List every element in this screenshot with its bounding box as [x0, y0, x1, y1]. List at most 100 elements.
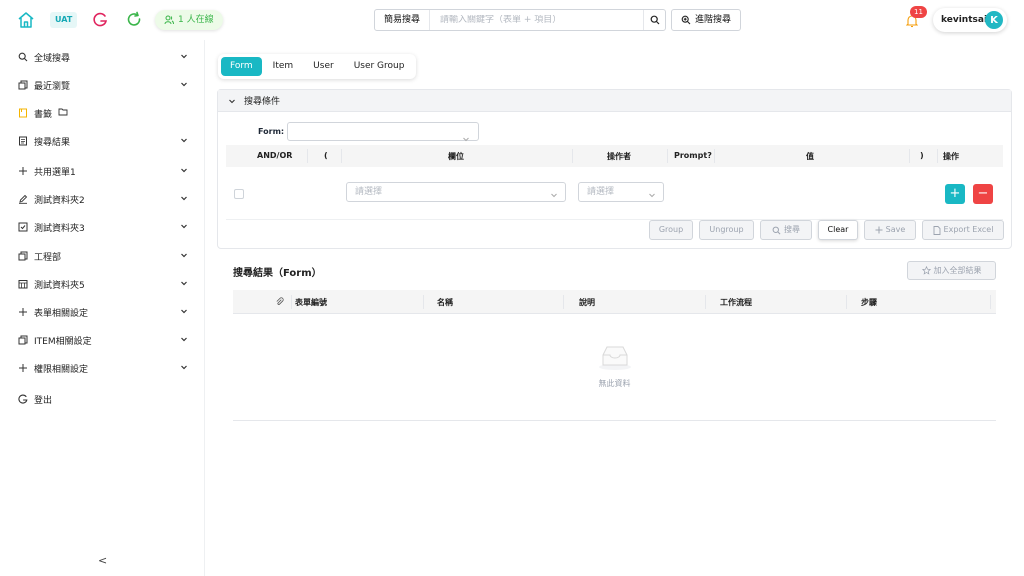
advanced-search-button[interactable]: 進階搜尋	[671, 9, 742, 31]
col-field: 欄位	[448, 152, 464, 161]
star-icon	[921, 266, 931, 275]
plus-icon	[18, 363, 28, 373]
criteria-title: 搜尋條件	[244, 97, 281, 107]
chevron-down-icon	[180, 363, 188, 371]
results-title: 搜尋結果（Form）	[233, 268, 322, 279]
sidebar-item-test-folder-2[interactable]: 測試資料夾2	[0, 185, 204, 213]
criteria-header[interactable]: 搜尋條件	[218, 90, 1011, 112]
search-mode-select[interactable]: 簡易搜尋	[375, 10, 431, 30]
sidebar-item-permission-settings[interactable]: 權限相關設定	[0, 354, 204, 382]
sidebar: 全域搜尋 最近瀏覽 書籤 搜尋結果 共用選單1 測試資料夾2 測試資料夾3 工程…	[0, 40, 205, 576]
search-icon	[772, 226, 781, 234]
group-label: Group	[658, 225, 684, 234]
chevron-down-icon	[550, 188, 558, 206]
online-status-text: 1 人在線	[178, 15, 214, 25]
notification-count-badge: 11	[910, 6, 927, 18]
col-description: 說明	[579, 298, 595, 307]
avatar: K	[985, 11, 1003, 29]
sidebar-item-label: 登出	[34, 395, 53, 406]
group-button[interactable]: Group	[649, 220, 693, 240]
sidebar-item-logout[interactable]: 登出	[0, 385, 204, 413]
paperclip-icon	[275, 297, 284, 308]
sidebar-item-search-results[interactable]: 搜尋結果	[0, 127, 204, 155]
remove-condition-button[interactable]: −	[973, 184, 993, 204]
zoom-in-icon	[681, 15, 691, 25]
checkbox-icon	[18, 222, 28, 232]
chevron-down-icon	[180, 194, 188, 202]
online-users-badge[interactable]: 1 人在線	[155, 10, 223, 30]
ungroup-button[interactable]: Ungroup	[699, 220, 754, 240]
tab-user[interactable]: User	[304, 57, 343, 76]
chevron-down-icon	[229, 99, 235, 103]
form-label: Form:	[258, 127, 285, 136]
form-select[interactable]	[287, 122, 479, 142]
tab-form[interactable]: Form	[221, 57, 262, 76]
criteria-column-header: AND/OR ( 欄位 操作者 Prompt? 值 ) 操作	[226, 145, 1003, 167]
users-icon	[164, 15, 174, 25]
edit-icon	[18, 194, 28, 204]
tab-item[interactable]: Item	[264, 57, 303, 76]
sidebar-item-test-folder-5[interactable]: 測試資料夾5	[0, 270, 204, 298]
tab-user-group[interactable]: User Group	[345, 57, 414, 76]
sidebar-item-label: 搜尋結果	[34, 137, 71, 148]
home-icon[interactable]	[16, 10, 36, 30]
field-select[interactable]: 請選擇	[346, 182, 566, 202]
empty-inbox-icon	[597, 343, 633, 371]
results-table-header: 表單編號 名稱 說明 工作流程 步驟	[233, 290, 996, 314]
col-operator: 操作者	[607, 152, 631, 161]
results-table: 表單編號 名稱 說明 工作流程 步驟 無此資料	[233, 290, 996, 421]
sidebar-item-recent[interactable]: 最近瀏覽	[0, 71, 204, 99]
search-criteria-button[interactable]: 搜尋	[760, 220, 812, 240]
sidebar-item-shared-menu-1[interactable]: 共用選單1	[0, 157, 204, 185]
sidebar-item-test-folder-3[interactable]: 測試資料夾3	[0, 213, 204, 241]
search-input[interactable]	[430, 15, 643, 25]
export-label: Export Excel	[943, 225, 994, 234]
plus-icon	[18, 166, 28, 176]
search-button[interactable]	[643, 10, 665, 30]
column-divider	[714, 149, 715, 163]
row-checkbox[interactable]	[234, 189, 244, 199]
sidebar-item-label: 測試資料夾3	[34, 223, 85, 234]
clear-button[interactable]: Clear	[818, 220, 858, 240]
chevron-down-icon	[648, 188, 656, 206]
add-all-results-button[interactable]: 加入全部結果	[907, 261, 996, 280]
quick-search-bar: 簡易搜尋	[374, 9, 666, 31]
sidebar-item-label: 全域搜尋	[34, 53, 71, 64]
advanced-search-label: 進階搜尋	[695, 15, 732, 25]
chevron-down-icon	[180, 52, 188, 60]
user-menu[interactable]: kevintsai K	[933, 8, 1007, 32]
column-divider	[291, 295, 292, 309]
add-condition-button[interactable]: +	[945, 184, 965, 204]
column-divider	[846, 295, 847, 309]
column-divider	[572, 149, 573, 163]
sidebar-item-label: 最近瀏覽	[34, 81, 71, 92]
top-bar: UAT 1 人在線 簡易搜尋 進階搜尋 11 kevintsai K	[0, 0, 1024, 40]
sidebar-item-label: 測試資料夾2	[34, 195, 85, 206]
column-divider	[667, 149, 668, 163]
sidebar-item-global-search[interactable]: 全域搜尋	[0, 43, 204, 71]
column-divider	[705, 295, 706, 309]
search-criteria-label: 搜尋	[784, 225, 800, 234]
env-badge: UAT	[50, 12, 78, 28]
sidebar-item-form-settings[interactable]: 表單相關設定	[0, 298, 204, 326]
plus-icon	[18, 307, 28, 317]
g-logout-icon[interactable]	[91, 11, 109, 29]
col-name: 名稱	[437, 298, 453, 307]
operator-select-placeholder: 請選擇	[587, 187, 615, 197]
column-divider	[423, 295, 424, 309]
save-button[interactable]: Save	[864, 220, 916, 240]
add-all-label: 加入全部結果	[933, 266, 982, 275]
collapse-sidebar-button[interactable]: <	[98, 554, 107, 567]
export-excel-button[interactable]: Export Excel	[922, 220, 1004, 240]
operator-select[interactable]: 請選擇	[578, 182, 664, 202]
file-icon	[933, 225, 940, 235]
sidebar-item-engineering[interactable]: 工程部	[0, 242, 204, 270]
chevron-down-icon	[180, 136, 188, 144]
chevron-down-icon	[180, 307, 188, 315]
sidebar-item-item-settings[interactable]: ITEM相關設定	[0, 326, 204, 354]
chevron-down-icon	[180, 251, 188, 259]
field-select-placeholder: 請選擇	[355, 187, 383, 197]
refresh-icon[interactable]	[125, 11, 143, 29]
sidebar-item-bookmarks[interactable]: 書籤	[0, 99, 204, 127]
empty-state-text: 無此資料	[598, 379, 631, 388]
